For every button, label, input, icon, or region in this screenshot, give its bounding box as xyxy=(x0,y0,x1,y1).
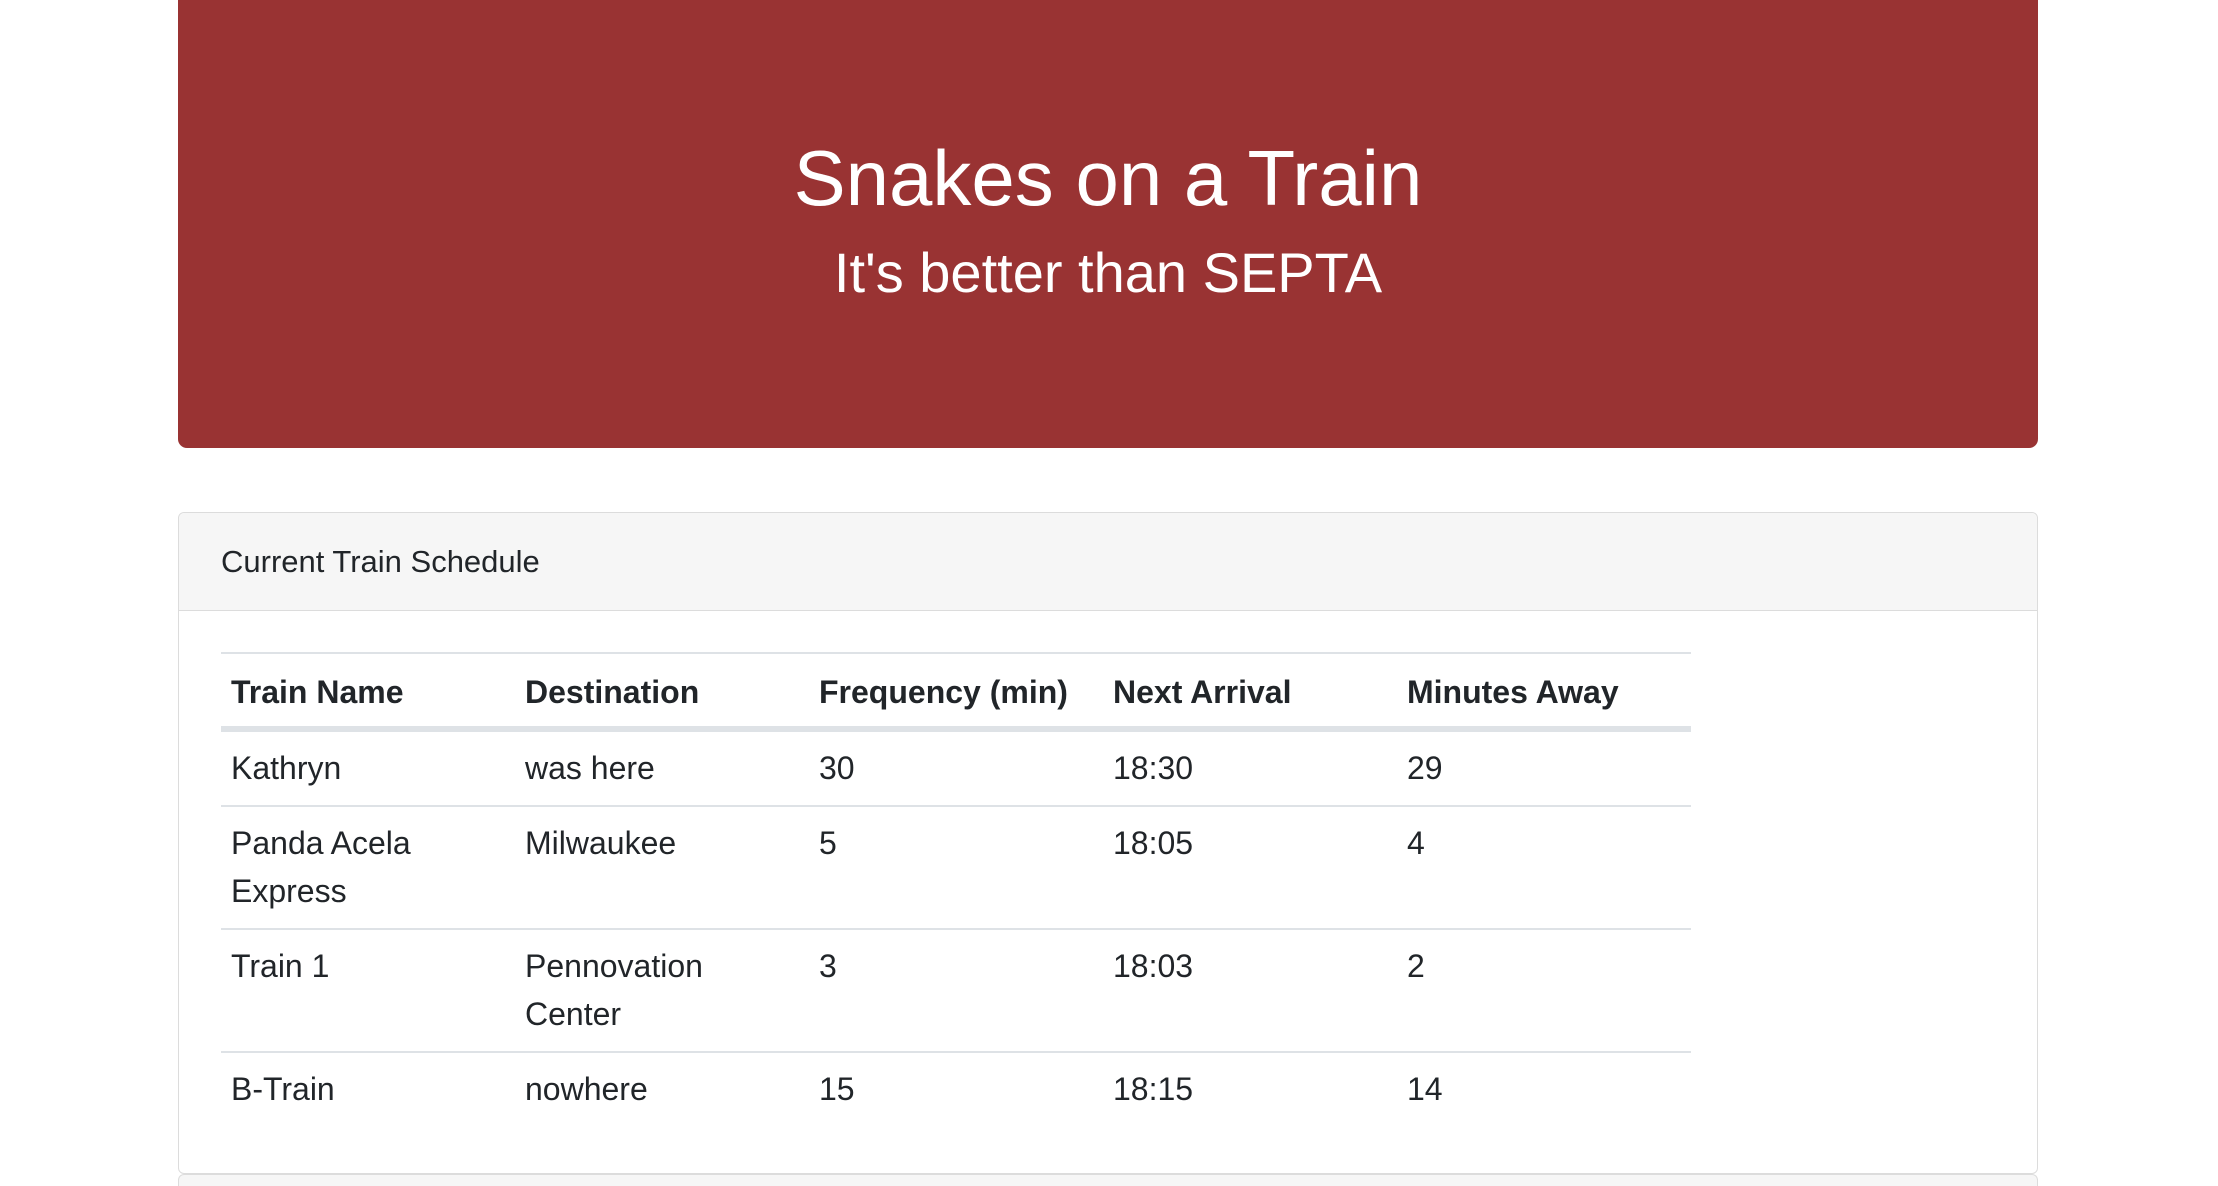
cell-frequency: 5 xyxy=(809,806,1103,930)
page-subtitle: It's better than SEPTA xyxy=(833,241,1383,304)
page-title: Snakes on a Train xyxy=(793,134,1423,222)
cell-minutes-away: 29 xyxy=(1397,729,1691,807)
cell-next-arrival: 18:30 xyxy=(1103,729,1397,807)
column-header-minutes-away: Minutes Away xyxy=(1397,652,1691,732)
cell-train-name: B-Train xyxy=(231,1071,335,1107)
schedule-table: Train Name Destination Frequency (min) N… xyxy=(221,652,1691,1126)
cell-minutes-away: 14 xyxy=(1407,1071,1443,1107)
cell-train-name: Kathryn xyxy=(221,729,515,807)
cell-next-arrival: 18:15 xyxy=(1113,1071,1194,1107)
column-header-destination: Destination xyxy=(515,652,809,732)
table-row: B-Train nowhere 15 18:15 14 xyxy=(221,1052,1691,1126)
cell-frequency: 3 xyxy=(809,929,1103,1053)
cell-frequency: 15 xyxy=(819,1071,855,1107)
schedule-table-head: Train Name Destination Frequency (min) N… xyxy=(221,652,1691,732)
cell-minutes-away: 4 xyxy=(1397,806,1691,930)
table-row: Train 1 Pennovation Center 3 18:03 2 xyxy=(221,929,1691,1053)
cell-destination: nowhere xyxy=(525,1071,648,1107)
cell-train-name: Train 1 xyxy=(221,929,515,1053)
cell-frequency: 30 xyxy=(809,729,1103,807)
cell-next-arrival: 18:05 xyxy=(1103,806,1397,930)
column-header-train-name: Train Name xyxy=(221,652,515,732)
schedule-card: Current Train Schedule Train Name Destin… xyxy=(178,512,2038,1174)
cell-destination: was here xyxy=(515,729,809,807)
table-row: Kathryn was here 30 18:30 29 xyxy=(221,729,1691,807)
table-row: Panda Acela Express Milwaukee 5 18:05 4 xyxy=(221,806,1691,930)
cell-minutes-away: 2 xyxy=(1397,929,1691,1053)
column-header-next-arrival: Next Arrival xyxy=(1103,652,1397,732)
cell-destination: Milwaukee xyxy=(515,806,809,930)
schedule-table-wrapper: Train Name Destination Frequency (min) N… xyxy=(221,652,1691,1126)
schedule-table-body: Kathryn was here 30 18:30 29 Panda Acela… xyxy=(221,729,1691,1126)
schedule-card-header: Current Train Schedule xyxy=(179,513,2037,611)
next-card-edge xyxy=(178,1174,2038,1186)
header-banner: Snakes on a Train It's better than SEPTA xyxy=(178,0,2038,448)
column-header-frequency: Frequency (min) xyxy=(809,652,1103,732)
cell-next-arrival: 18:03 xyxy=(1103,929,1397,1053)
cell-destination: Pennovation Center xyxy=(515,929,809,1053)
page-container: Snakes on a Train It's better than SEPTA… xyxy=(178,0,2038,1174)
cell-train-name: Panda Acela Express xyxy=(221,806,515,930)
table-header-row: Train Name Destination Frequency (min) N… xyxy=(221,652,1691,732)
